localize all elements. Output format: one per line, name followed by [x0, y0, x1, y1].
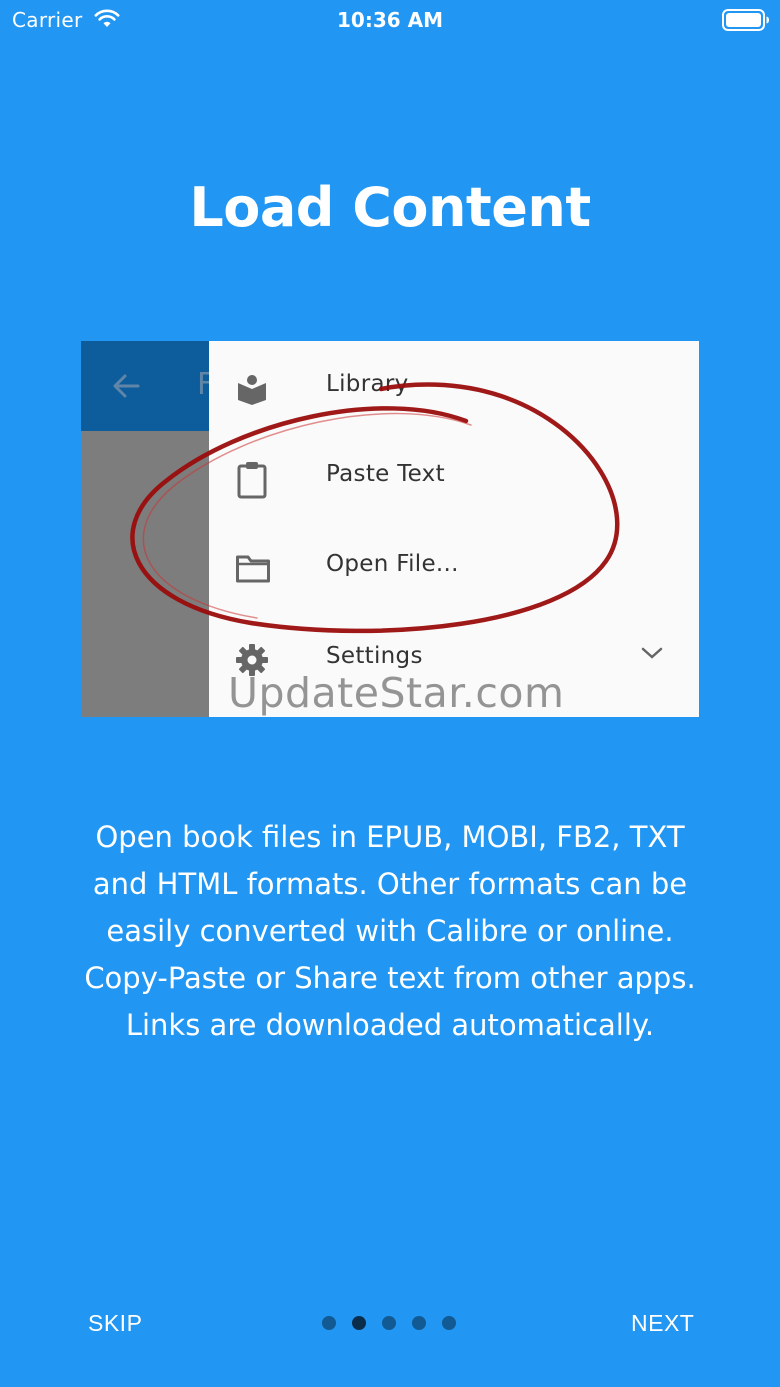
page-dot[interactable]	[322, 1316, 336, 1330]
feature-description: Open book files in EPUB, MOBI, FB2, TXT …	[40, 814, 740, 1049]
preview-drawer-menu: Library Paste Text Open File... Settings	[209, 341, 699, 717]
description-line: Open book files in EPUB, MOBI, FB2, TXT	[95, 820, 685, 854]
folder-icon	[235, 551, 270, 585]
next-button[interactable]: NEXT	[631, 1310, 694, 1337]
page-indicator[interactable]	[322, 1316, 456, 1330]
back-arrow-icon	[111, 371, 141, 405]
library-book-icon	[235, 371, 269, 405]
page-dot[interactable]	[412, 1316, 426, 1330]
page-dot[interactable]	[382, 1316, 396, 1330]
description-line: Links are downloaded automatically.	[125, 1008, 655, 1042]
battery-icon	[722, 9, 770, 35]
menu-item-open-file: Open File...	[209, 537, 699, 597]
chevron-down-icon	[641, 645, 663, 664]
skip-button[interactable]: SKIP	[88, 1310, 142, 1337]
page-dot-active[interactable]	[352, 1316, 366, 1330]
menu-item-label: Settings	[326, 643, 423, 669]
status-bar: Carrier 10:36 AM	[0, 0, 780, 40]
menu-item-label: Paste Text	[326, 461, 445, 487]
description-line: easily converted with Calibre or online.	[106, 914, 674, 948]
page-title: Load Content	[189, 176, 591, 239]
menu-item-paste-text: Paste Text	[209, 447, 699, 507]
status-time: 10:36 AM	[336, 8, 443, 32]
menu-item-library: Library	[209, 357, 699, 417]
watermark-text: UpdateStar.com	[228, 669, 565, 717]
menu-item-label: Library	[326, 371, 409, 397]
description-line: Copy-Paste or Share text from other apps…	[84, 961, 696, 995]
description-line: and HTML formats. Other formats can be	[92, 867, 688, 901]
menu-item-label: Open File...	[326, 551, 459, 577]
clipboard-icon	[235, 461, 269, 499]
feature-preview-image: F Library Paste Text Open File... Settin…	[81, 341, 699, 717]
page-dot[interactable]	[442, 1316, 456, 1330]
